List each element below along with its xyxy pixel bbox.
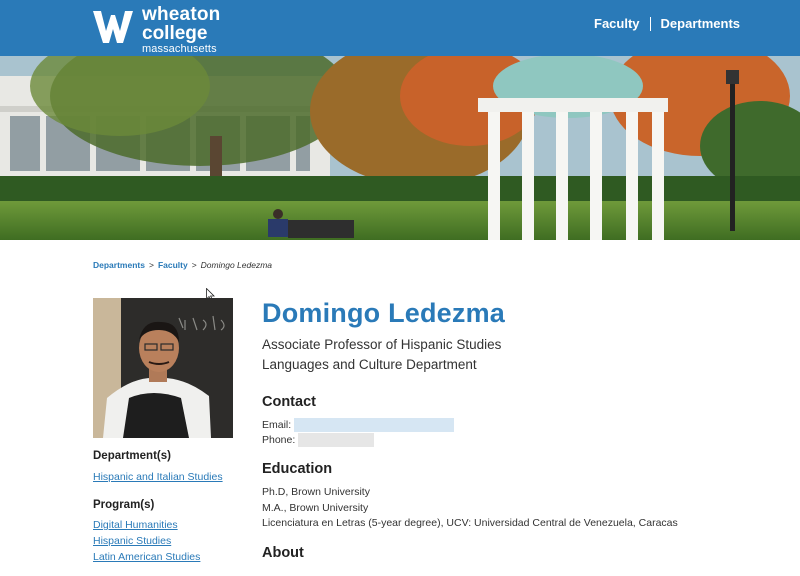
phone-row: Phone: xyxy=(262,433,375,447)
breadcrumb-faculty-link[interactable]: Faculty xyxy=(158,260,188,270)
faculty-department: Languages and Culture Department xyxy=(262,357,477,372)
logo-wordmark: wheaton college massachusetts xyxy=(142,5,220,55)
email-label: Email: xyxy=(262,418,292,431)
program-link-hispanic-studies[interactable]: Hispanic Studies xyxy=(93,535,171,547)
nav-departments-link[interactable]: Departments xyxy=(661,16,740,31)
contact-heading: Contact xyxy=(262,394,316,410)
education-item: M.A., Brown University xyxy=(262,502,369,514)
phone-redacted-value xyxy=(298,433,375,447)
nav-faculty-link[interactable]: Faculty xyxy=(594,16,640,31)
breadcrumb-separator: > xyxy=(191,260,197,270)
phone-label: Phone: xyxy=(262,433,296,446)
logo-line-3: massachusetts xyxy=(142,43,217,55)
faculty-title: Associate Professor of Hispanic Studies xyxy=(262,337,502,352)
email-row: Email: xyxy=(262,418,455,432)
education-item: Licenciatura en Letras (5-year degree), … xyxy=(262,517,678,529)
breadcrumb-current: Domingo Ledezma xyxy=(200,260,273,270)
profile-photo xyxy=(93,298,233,438)
logo-line-2: college xyxy=(142,23,208,44)
wheaton-w-logo-icon xyxy=(93,11,133,43)
education-item: Ph.D, Brown University xyxy=(262,486,370,498)
breadcrumb-departments-link[interactable]: Departments xyxy=(93,260,145,270)
college-logo[interactable]: wheaton college massachusetts xyxy=(92,5,220,55)
email-redacted-value xyxy=(294,418,455,432)
logo-line-1: wheaton xyxy=(142,4,221,25)
breadcrumb: Departments > Faculty > Domingo Ledezma xyxy=(93,260,272,270)
hero-banner-image xyxy=(0,56,800,240)
faculty-name: Domingo Ledezma xyxy=(262,298,506,328)
top-nav: Faculty Departments xyxy=(594,16,740,31)
department-link-hispanic-italian[interactable]: Hispanic and Italian Studies xyxy=(93,471,223,483)
breadcrumb-separator: > xyxy=(148,260,154,270)
education-heading: Education xyxy=(262,461,333,477)
about-heading: About xyxy=(262,545,304,561)
departments-heading: Department(s) xyxy=(93,450,171,462)
program-link-latin-american-studies[interactable]: Latin American Studies xyxy=(93,551,200,563)
site-header: wheaton college massachusetts Faculty De… xyxy=(0,0,800,56)
nav-divider xyxy=(649,16,651,31)
programs-heading: Program(s) xyxy=(93,499,155,511)
program-link-digital-humanities[interactable]: Digital Humanities xyxy=(93,519,178,531)
